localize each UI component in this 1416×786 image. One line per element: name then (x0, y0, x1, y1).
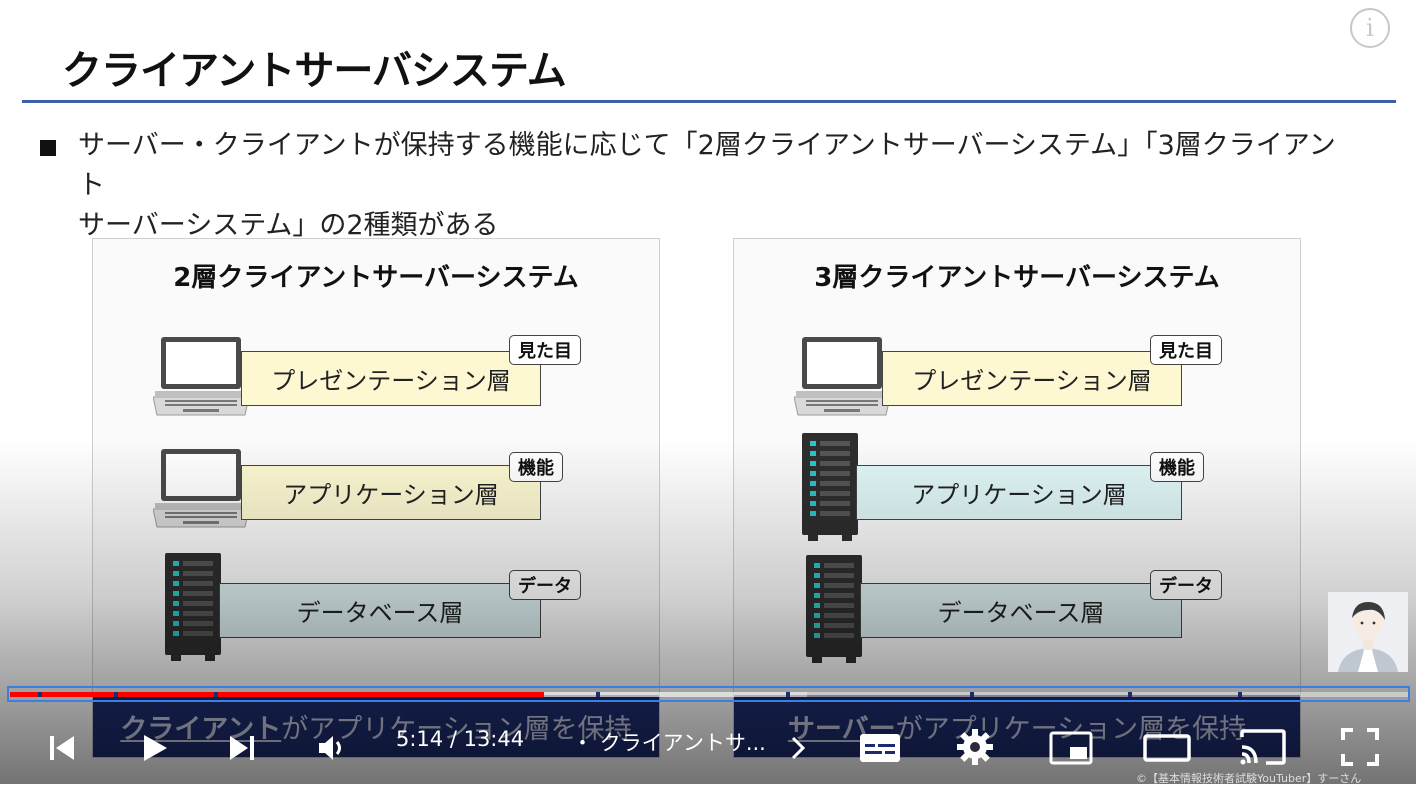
fullscreen-icon[interactable] (1336, 724, 1384, 770)
application-layer: アプリケーション層 (241, 465, 541, 520)
progress-played (10, 692, 545, 697)
chevron-right-icon[interactable] (784, 730, 812, 766)
chapter-marker (786, 692, 790, 697)
three-tier-panel: 3層クライアントサーバーシステム プレゼンテーション層 見た目 アプリケーション… (733, 238, 1301, 758)
next-icon[interactable] (220, 726, 264, 770)
application-layer: アプリケーション層 (856, 465, 1182, 520)
info-icon[interactable]: i (1350, 8, 1390, 48)
settings-icon[interactable] (952, 724, 998, 770)
subtitles-icon[interactable] (856, 726, 904, 770)
title-divider (22, 100, 1396, 103)
panel-title: 3層クライアントサーバーシステム (814, 263, 1220, 293)
chapter-marker (214, 692, 218, 697)
presenter-avatar (1328, 592, 1408, 672)
tag-function: 機能 (1150, 452, 1204, 482)
bullet-text: サーバー・クライアントが保持する機能に応じて「2層クライアントサーバーシステム」… (78, 126, 1338, 246)
volume-icon[interactable] (310, 726, 354, 770)
server-icon (806, 555, 862, 663)
tag-data: データ (509, 570, 581, 600)
layer-label: アプリケーション層 (911, 481, 1127, 509)
layer-label: プレゼンテーション層 (271, 367, 511, 395)
chapter-marker (1128, 692, 1132, 697)
previous-icon[interactable] (40, 726, 84, 770)
chapter-marker (38, 692, 42, 697)
theater-icon[interactable] (1140, 726, 1194, 770)
server-icon (802, 433, 858, 541)
panel-title: 2層クライアントサーバーシステム (173, 263, 579, 293)
tag-function: 機能 (509, 452, 563, 482)
database-layer: データベース層 (219, 583, 541, 638)
chapter-title[interactable]: ・ クライアントサ... (572, 727, 766, 757)
laptop-icon (153, 337, 249, 416)
presentation-layer: プレゼンテーション層 (882, 351, 1182, 406)
layer-label: アプリケーション層 (283, 481, 499, 509)
cast-icon[interactable] (1236, 724, 1290, 770)
presentation-layer: プレゼンテーション層 (241, 351, 541, 406)
slide-title: クライアントサーバシステム (62, 48, 567, 94)
chapter-marker (114, 692, 118, 697)
progress-bar[interactable] (10, 692, 1408, 697)
layer-label: プレゼンテーション層 (912, 367, 1152, 395)
tag-data: データ (1150, 570, 1222, 600)
play-icon[interactable] (132, 726, 176, 770)
layer-label: データベース層 (296, 599, 464, 627)
laptop-icon (153, 449, 249, 528)
chapter-marker (1238, 692, 1242, 697)
chapter-marker (970, 692, 974, 697)
chapter-marker (596, 692, 600, 697)
tag-appearance: 見た目 (509, 335, 581, 365)
database-layer: データベース層 (860, 583, 1182, 638)
bullet-line-1: サーバー・クライアントが保持する機能に応じて「2層クライアントサーバーシステム」… (78, 130, 1336, 201)
laptop-icon (794, 337, 890, 416)
panel-caption: サーバー がアプリケーション層を保持 (734, 695, 1300, 757)
bullet-square (40, 140, 56, 156)
time-display: 5:14 / 13:44 (396, 727, 525, 751)
tag-appearance: 見た目 (1150, 335, 1222, 365)
layer-label: データベース層 (937, 599, 1105, 627)
miniplayer-icon[interactable] (1046, 726, 1096, 770)
two-tier-panel: 2層クライアントサーバーシステム プレゼンテーション層 見た目 アプリケーション… (92, 238, 660, 758)
server-icon (165, 553, 221, 661)
